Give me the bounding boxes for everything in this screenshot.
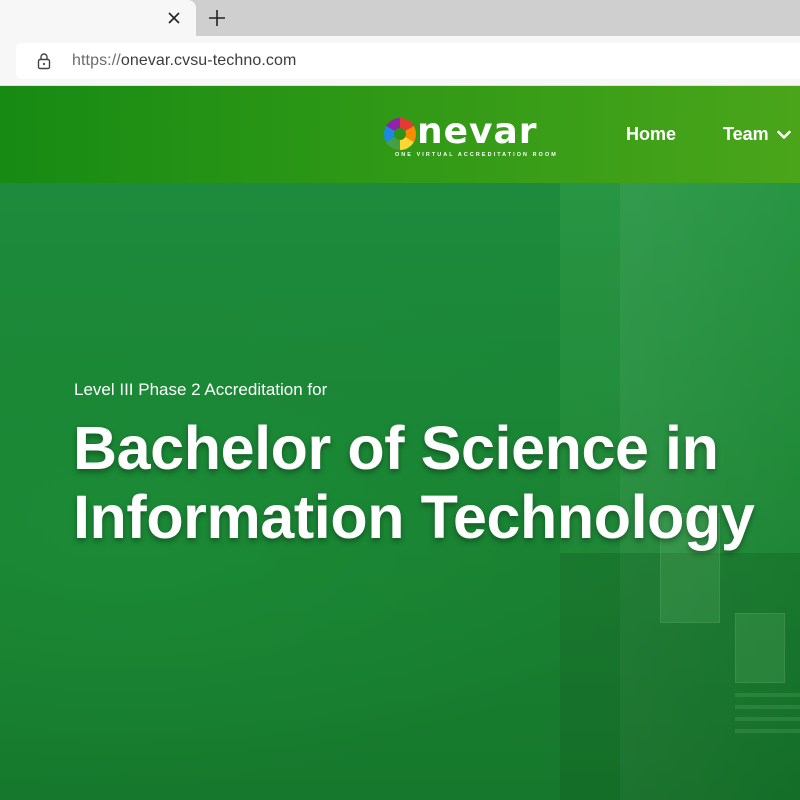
building-slat [735, 717, 800, 721]
address-bar[interactable]: https://onevar.cvsu-techno.com [16, 43, 800, 79]
building-slat [735, 729, 800, 733]
building-slat [735, 693, 800, 697]
aperture-logo-icon [383, 118, 417, 150]
chevron-down-icon [776, 130, 791, 139]
logo-wordmark: nevar [417, 111, 538, 152]
building-window [735, 613, 785, 683]
hero-title: Bachelor of Science in Information Techn… [73, 414, 773, 552]
nav-home-label: Home [626, 124, 677, 144]
hero-title-line-2: Information Technology [73, 483, 755, 551]
onevar-logo[interactable]: nevar ONE VIRTUAL ACCREDITATION ROOM [383, 111, 568, 162]
nav-team-label: Team [723, 124, 769, 144]
hero-title-line-1: Bachelor of Science in [73, 414, 719, 482]
plus-icon[interactable] [205, 6, 229, 30]
browser-tabstrip [0, 0, 800, 36]
browser-toolbar: https://onevar.cvsu-techno.com [0, 36, 800, 86]
url-protocol: https:// [72, 52, 121, 69]
logo-tagline: ONE VIRTUAL ACCREDITATION ROOM [395, 152, 558, 158]
building-slat [735, 705, 800, 709]
lock-icon[interactable] [35, 52, 53, 70]
close-icon[interactable] [164, 8, 184, 28]
url-host: onevar.cvsu-techno.com [120, 52, 297, 69]
nav-home[interactable]: Home [626, 86, 676, 183]
browser-tab[interactable] [0, 0, 196, 36]
hero-kicker: Level III Phase 2 Accreditation for [74, 380, 328, 399]
url-text[interactable]: https://onevar.cvsu-techno.com [72, 52, 296, 70]
nav-team[interactable]: Team [723, 86, 791, 183]
